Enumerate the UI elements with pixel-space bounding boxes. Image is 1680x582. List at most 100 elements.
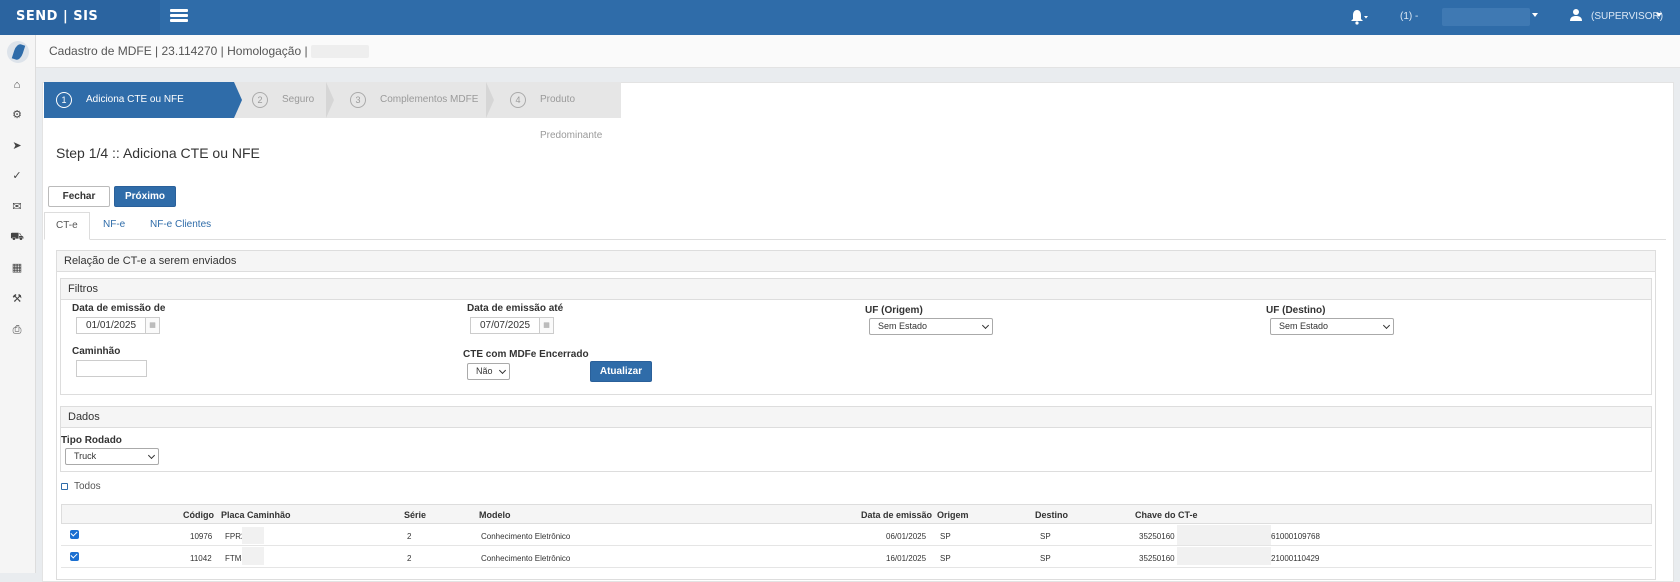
menu-toggle-icon[interactable] — [170, 9, 188, 23]
wizard-step-1[interactable]: 1 Adiciona CTE ou NFE — [44, 82, 234, 118]
column-header-origem: Origem — [937, 510, 969, 520]
uf-origin-label: UF (Origem) — [865, 305, 923, 316]
column-header-chave: Chave do CT-e — [1135, 510, 1198, 520]
date-from-calendar-icon[interactable]: ▦ — [146, 317, 160, 334]
sidebar: ⌂ ⚙ ➤ ✓ ✉ ⛟ ▦ ⚒ ⎙ — [0, 35, 36, 573]
row-checkbox[interactable] — [70, 530, 79, 539]
send-plane-icon[interactable]: ➤ — [10, 139, 24, 153]
filters-title: Filtros — [61, 279, 1651, 300]
wizard-step-3[interactable]: 3 Complementos MDFE — [336, 82, 486, 118]
app-logo-icon — [7, 41, 29, 63]
cell-serie: 2 — [407, 554, 412, 563]
wizard-arrow — [234, 82, 242, 118]
date-to-input[interactable]: 07/07/2025 — [470, 317, 540, 334]
column-header-modelo: Modelo — [479, 510, 511, 520]
step-number: 2 — [252, 92, 268, 108]
uf-dest-value: Sem Estado — [1279, 321, 1329, 331]
redacted-block — [1177, 525, 1271, 545]
filters-panel: Filtros — [60, 278, 1652, 395]
cell-modelo: Conhecimento Eletrônico — [481, 554, 571, 563]
settings-gears-icon[interactable]: ⚙ — [10, 108, 24, 122]
date-from-input[interactable]: 01/01/2025 — [76, 317, 146, 334]
redacted-block — [242, 547, 264, 565]
cell-chave-start: 35250160 — [1139, 554, 1175, 563]
wizard-separator — [486, 82, 494, 118]
dados-title: Dados — [61, 407, 1651, 428]
tipo-rodado-value: Truck — [74, 451, 97, 461]
tab-nfe-clientes[interactable]: NF-e Clientes — [139, 212, 222, 240]
cell-codigo: 11042 — [190, 554, 212, 563]
envelope-icon[interactable]: ✉ — [10, 200, 24, 214]
column-header-serie: Série — [404, 510, 427, 520]
redacted-block — [1177, 547, 1271, 565]
cell-modelo: Conhecimento Eletrônico — [481, 532, 571, 541]
cell-chave-end: 61000109768 — [1271, 532, 1320, 541]
truck-icon[interactable]: ⛟ — [10, 230, 24, 244]
truck-input[interactable] — [76, 360, 147, 377]
table-row[interactable]: 10976 FPR2 2 Conhecimento Eletrônico 06/… — [61, 525, 1652, 546]
user-dropdown-caret-icon[interactable] — [1656, 13, 1662, 17]
brand-logo[interactable]: SEND | SIS — [0, 0, 160, 35]
closed-mdfe-label: CTE com MDFe Encerrado — [463, 349, 589, 360]
user-icon[interactable] — [1569, 8, 1583, 22]
date-to-label: Data de emissão até — [467, 303, 564, 314]
page-breadcrumb: Cadastro de MDFE | 23.114270 | Homologaç… — [49, 44, 308, 58]
closed-mdfe-select[interactable]: Não — [467, 363, 510, 380]
top-navbar: SEND | SIS (1) - (SUPERVISOR) — [0, 0, 1680, 35]
cell-destino: SP — [1040, 554, 1051, 563]
wizard-step-4[interactable]: 4 Produto Predominante — [496, 82, 621, 141]
chevron-down-icon — [147, 451, 156, 460]
chevron-down-icon — [1382, 321, 1391, 330]
closed-mdfe-value: Não — [476, 366, 493, 376]
home-icon[interactable]: ⌂ — [10, 78, 24, 92]
row-checkbox[interactable] — [70, 552, 79, 561]
user-role-label[interactable]: (SUPERVISOR) — [1591, 11, 1663, 22]
company-selector-label[interactable]: (1) - — [1400, 11, 1418, 22]
select-all-checkbox[interactable] — [61, 483, 68, 490]
chevron-down-icon — [498, 366, 507, 375]
truck-label: Caminhão — [72, 346, 121, 357]
tipo-rodado-select[interactable]: Truck — [65, 448, 159, 465]
table-row[interactable]: 11042 FTM3 2 Conhecimento Eletrônico 16/… — [61, 547, 1652, 568]
main-content: Cadastro de MDFE | 23.114270 | Homologaç… — [36, 35, 1680, 582]
company-dropdown-caret-icon[interactable] — [1532, 13, 1538, 17]
notifications-bell-icon[interactable] — [1349, 9, 1369, 25]
wizard-separator — [326, 82, 334, 118]
date-to-calendar-icon[interactable]: ▦ — [540, 317, 554, 334]
uf-dest-label: UF (Destino) — [1266, 305, 1326, 316]
uf-origin-value: Sem Estado — [878, 321, 928, 331]
close-button[interactable]: Fechar — [48, 186, 110, 207]
step-label: Complementos MDFE — [380, 94, 479, 105]
tab-nfe[interactable]: NF-e — [92, 212, 136, 240]
cell-origem: SP — [940, 532, 951, 541]
cell-destino: SP — [1040, 532, 1051, 541]
chevron-down-icon — [981, 321, 990, 330]
column-header-data: Data de emissão — [861, 510, 933, 520]
cell-chave-start: 35250160 — [1139, 532, 1175, 541]
step-number: 3 — [350, 92, 366, 108]
wizard-step-2[interactable]: 2 Seguro — [242, 82, 326, 118]
wrench-icon[interactable]: ⚒ — [10, 292, 24, 306]
tabs-bar: CT-e NF-e NF-e Clientes — [44, 212, 1666, 240]
refresh-button[interactable]: Atualizar — [590, 361, 652, 382]
step-label: Adiciona CTE ou NFE — [86, 94, 184, 105]
cell-codigo: 10976 — [190, 532, 213, 541]
uf-origin-select[interactable]: Sem Estado — [869, 318, 993, 335]
next-button[interactable]: Próximo — [114, 186, 176, 207]
map-icon[interactable]: ▦ — [10, 261, 24, 275]
dados-panel: Dados — [60, 406, 1652, 472]
cell-data: 06/01/2025 — [886, 532, 927, 541]
table-header: Código Placa Caminhão Série Modelo Data … — [61, 504, 1652, 524]
double-check-icon[interactable]: ✓ — [10, 169, 24, 183]
tab-cte[interactable]: CT-e — [44, 212, 90, 240]
step-title: Step 1/4 :: Adiciona CTE ou NFE — [56, 145, 260, 161]
redacted-block — [242, 527, 264, 544]
date-from-label: Data de emissão de — [72, 303, 166, 314]
wizard-steps: 1 Adiciona CTE ou NFE 2 Seguro 3 Complem… — [44, 82, 621, 141]
page-header: Cadastro de MDFE | 23.114270 | Homologaç… — [36, 35, 1680, 68]
company-name-redacted — [1442, 8, 1530, 26]
printer-icon[interactable]: ⎙ — [10, 323, 24, 337]
column-header-codigo: Código — [183, 510, 214, 520]
cell-data: 16/01/2025 — [886, 554, 927, 563]
uf-dest-select[interactable]: Sem Estado — [1270, 318, 1394, 335]
